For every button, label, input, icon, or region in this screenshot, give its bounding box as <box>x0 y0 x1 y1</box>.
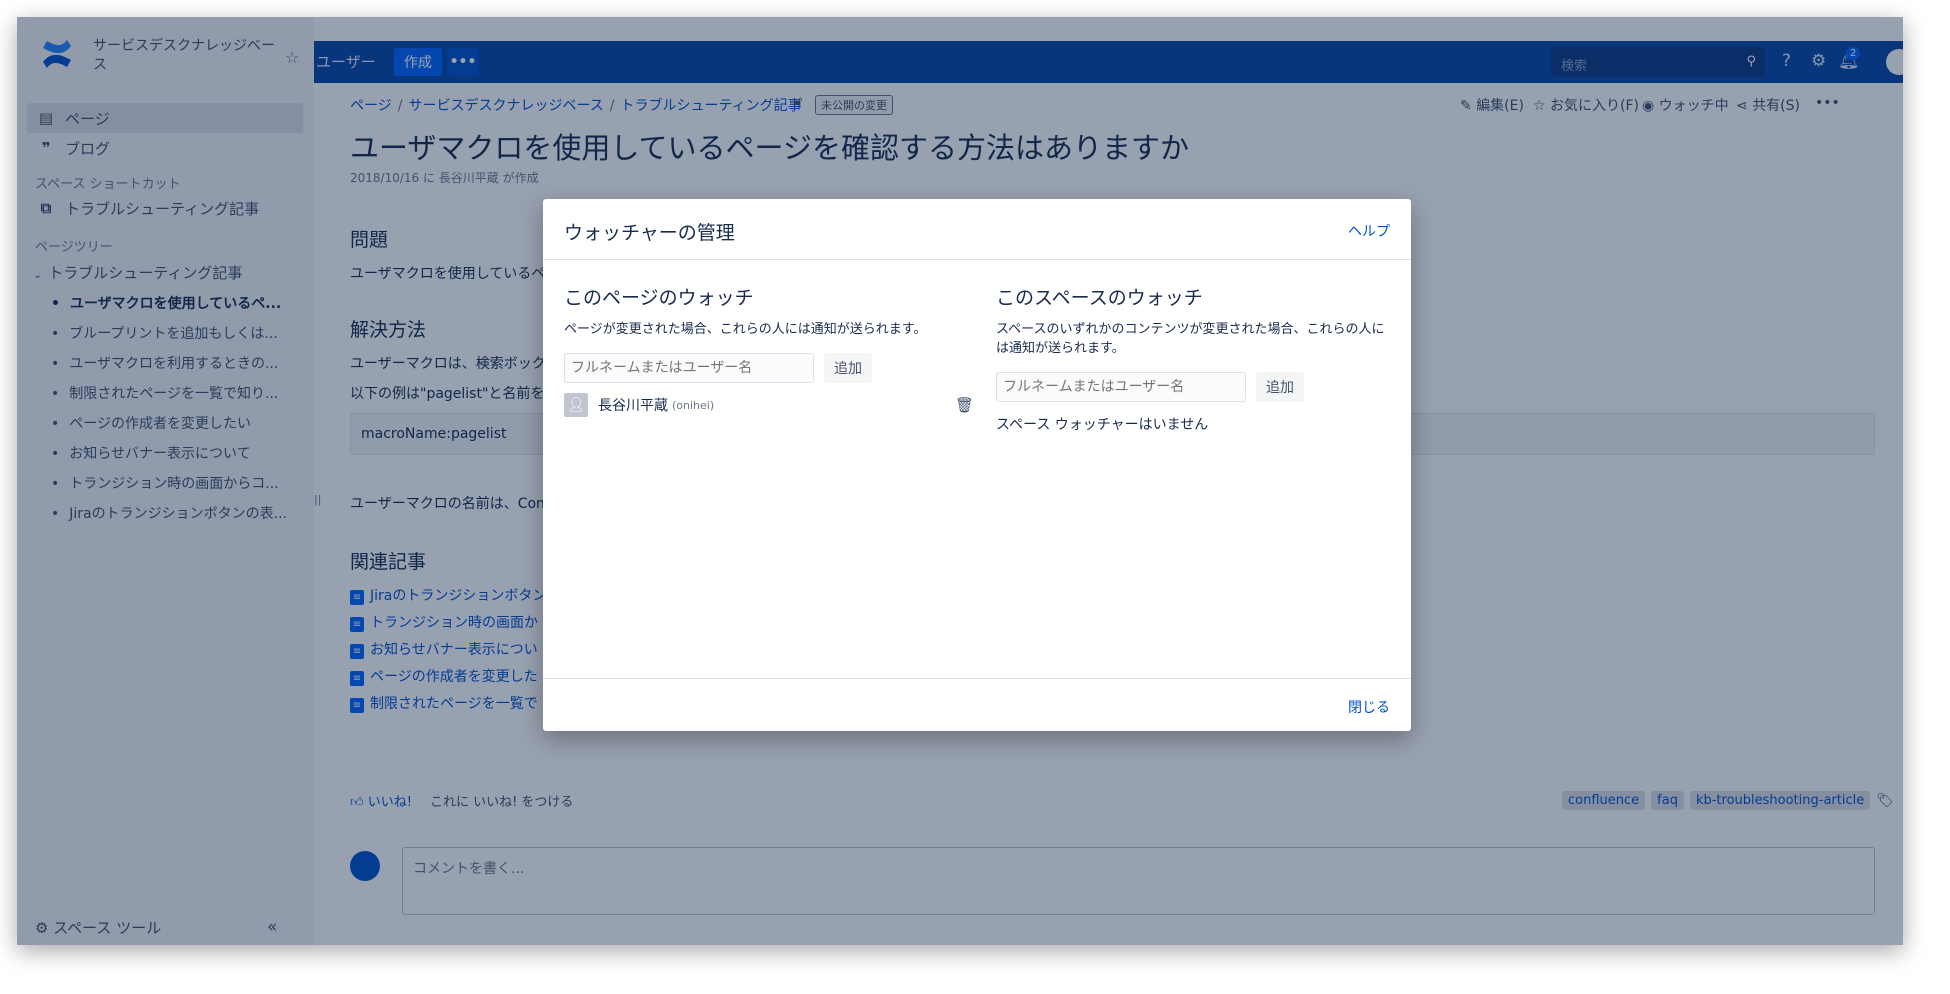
trash-icon[interactable]: 🗑︎ <box>955 396 974 414</box>
page-watch-section: このページのウォッチ ページが変更された場合、これらの人には通知が送られます。 … <box>564 283 974 417</box>
dialog-title: ウォッチャーの管理 <box>564 222 735 244</box>
space-watch-section: このスペースのウォッチ スペースのいずれかのコンテンツが変更された場合、これらの… <box>996 283 1396 434</box>
add-page-watcher-button[interactable]: 追加 <box>824 353 872 383</box>
user-avatar-icon: 👤︎ <box>564 393 588 417</box>
watcher-list-item: 👤︎ 長谷川平蔵 (onihei) 🗑︎ <box>564 393 974 417</box>
divider <box>543 259 1411 260</box>
watcher-username: (onihei) <box>672 398 715 412</box>
manage-watchers-dialog: ウォッチャーの管理 ヘルプ このページのウォッチ ページが変更された場合、これら… <box>543 199 1411 731</box>
add-watcher-row: 追加 <box>564 353 964 383</box>
space-watcher-input[interactable] <box>996 372 1246 402</box>
add-space-watcher-button[interactable]: 追加 <box>1256 372 1304 402</box>
divider <box>543 678 1411 679</box>
close-button[interactable]: 閉じる <box>1348 697 1390 717</box>
no-space-watchers-text: スペース ウォッチャーはいません <box>996 417 1209 433</box>
space-watch-description: スペースのいずれかのコンテンツが変更された場合、これらの人には通知が送られます。 <box>996 322 1385 356</box>
watcher-name[interactable]: 長谷川平蔵 <box>598 395 668 415</box>
page-watch-heading: このページのウォッチ <box>564 287 754 309</box>
help-link[interactable]: ヘルプ <box>1348 221 1390 241</box>
space-watch-heading: このスペースのウォッチ <box>996 287 1203 309</box>
page-watch-description: ページが変更された場合、これらの人には通知が送られます。 <box>564 322 927 337</box>
page-watcher-input[interactable] <box>564 353 814 383</box>
add-watcher-row: 追加 <box>996 372 1396 402</box>
